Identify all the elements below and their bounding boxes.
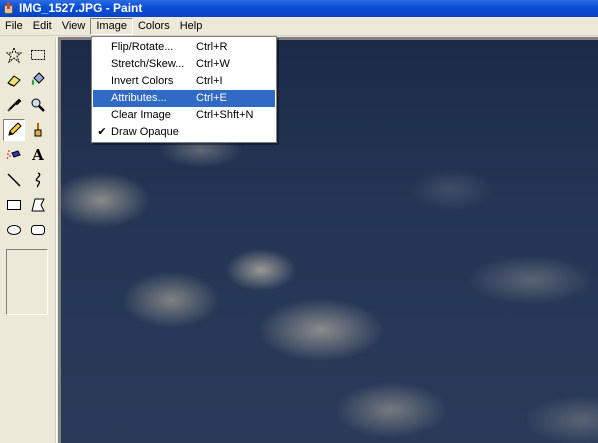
rounded-rectangle-icon[interactable] bbox=[27, 219, 49, 241]
text-tool-glyph: A bbox=[32, 146, 44, 164]
menu-colors[interactable]: Colors bbox=[133, 18, 175, 35]
menu-item-shortcut: Ctrl+E bbox=[196, 92, 227, 104]
fill-with-color-icon[interactable] bbox=[27, 69, 49, 91]
window-title: IMG_1527.JPG - Paint bbox=[19, 1, 143, 15]
check-slot bbox=[93, 90, 111, 107]
menu-item-shortcut: Ctrl+W bbox=[196, 58, 230, 70]
menu-item-attributes[interactable]: Attributes... Ctrl+E bbox=[93, 90, 275, 107]
menu-item-shortcut: Ctrl+Shft+N bbox=[196, 109, 254, 121]
toolbox: A bbox=[0, 37, 56, 443]
pencil-icon[interactable] bbox=[3, 119, 25, 141]
airbrush-icon[interactable] bbox=[3, 144, 25, 166]
ellipse-icon[interactable] bbox=[3, 219, 25, 241]
toolbox-divider bbox=[55, 37, 57, 443]
image-menu-dropdown: Flip/Rotate... Ctrl+R Stretch/Skew... Ct… bbox=[91, 36, 277, 143]
menu-help[interactable]: Help bbox=[175, 18, 208, 35]
title-bar[interactable]: IMG_1527.JPG - Paint bbox=[0, 0, 598, 17]
menu-item-stretch-skew[interactable]: Stretch/Skew... Ctrl+W bbox=[93, 56, 275, 73]
polygon-icon[interactable] bbox=[27, 194, 49, 216]
brush-icon[interactable] bbox=[27, 119, 49, 141]
menu-item-label: Invert Colors bbox=[111, 75, 174, 87]
menu-item-invert-colors[interactable]: Invert Colors Ctrl+I bbox=[93, 73, 275, 90]
menu-item-flip-rotate[interactable]: Flip/Rotate... Ctrl+R bbox=[93, 39, 275, 56]
menu-item-draw-opaque[interactable]: ✔ Draw Opaque bbox=[93, 124, 275, 141]
menu-item-label: Clear Image bbox=[111, 109, 171, 121]
curve-icon[interactable] bbox=[27, 169, 49, 191]
paint-app-icon bbox=[2, 2, 15, 15]
checkmark-icon: ✔ bbox=[97, 126, 107, 138]
tool-options-box[interactable] bbox=[6, 249, 48, 315]
pick-color-icon[interactable] bbox=[3, 94, 25, 116]
menu-bar: File Edit View Image Colors Help bbox=[0, 17, 598, 36]
check-slot bbox=[93, 107, 111, 124]
free-form-select-icon[interactable] bbox=[3, 44, 25, 66]
menu-item-shortcut: Ctrl+R bbox=[196, 41, 228, 53]
menu-view[interactable]: View bbox=[57, 18, 91, 35]
menu-item-label: Flip/Rotate... bbox=[111, 41, 174, 53]
menu-file[interactable]: File bbox=[0, 18, 28, 35]
rectangle-icon[interactable] bbox=[3, 194, 25, 216]
menu-item-clear-image[interactable]: Clear Image Ctrl+Shft+N bbox=[93, 107, 275, 124]
menu-item-shortcut: Ctrl+I bbox=[196, 75, 223, 87]
select-icon[interactable] bbox=[27, 44, 49, 66]
eraser-icon[interactable] bbox=[3, 69, 25, 91]
magnifier-icon[interactable] bbox=[27, 94, 49, 116]
menu-item-label: Draw Opaque bbox=[111, 126, 179, 138]
check-slot bbox=[93, 56, 111, 73]
menu-item-label: Stretch/Skew... bbox=[111, 58, 185, 70]
menu-item-label: Attributes... bbox=[111, 92, 167, 104]
text-icon[interactable]: A bbox=[27, 144, 49, 166]
menu-edit[interactable]: Edit bbox=[28, 18, 57, 35]
menu-image[interactable]: Image bbox=[90, 17, 133, 35]
check-slot bbox=[93, 73, 111, 90]
line-icon[interactable] bbox=[3, 169, 25, 191]
check-slot bbox=[93, 39, 111, 56]
menu-item-shortcut bbox=[196, 124, 275, 141]
